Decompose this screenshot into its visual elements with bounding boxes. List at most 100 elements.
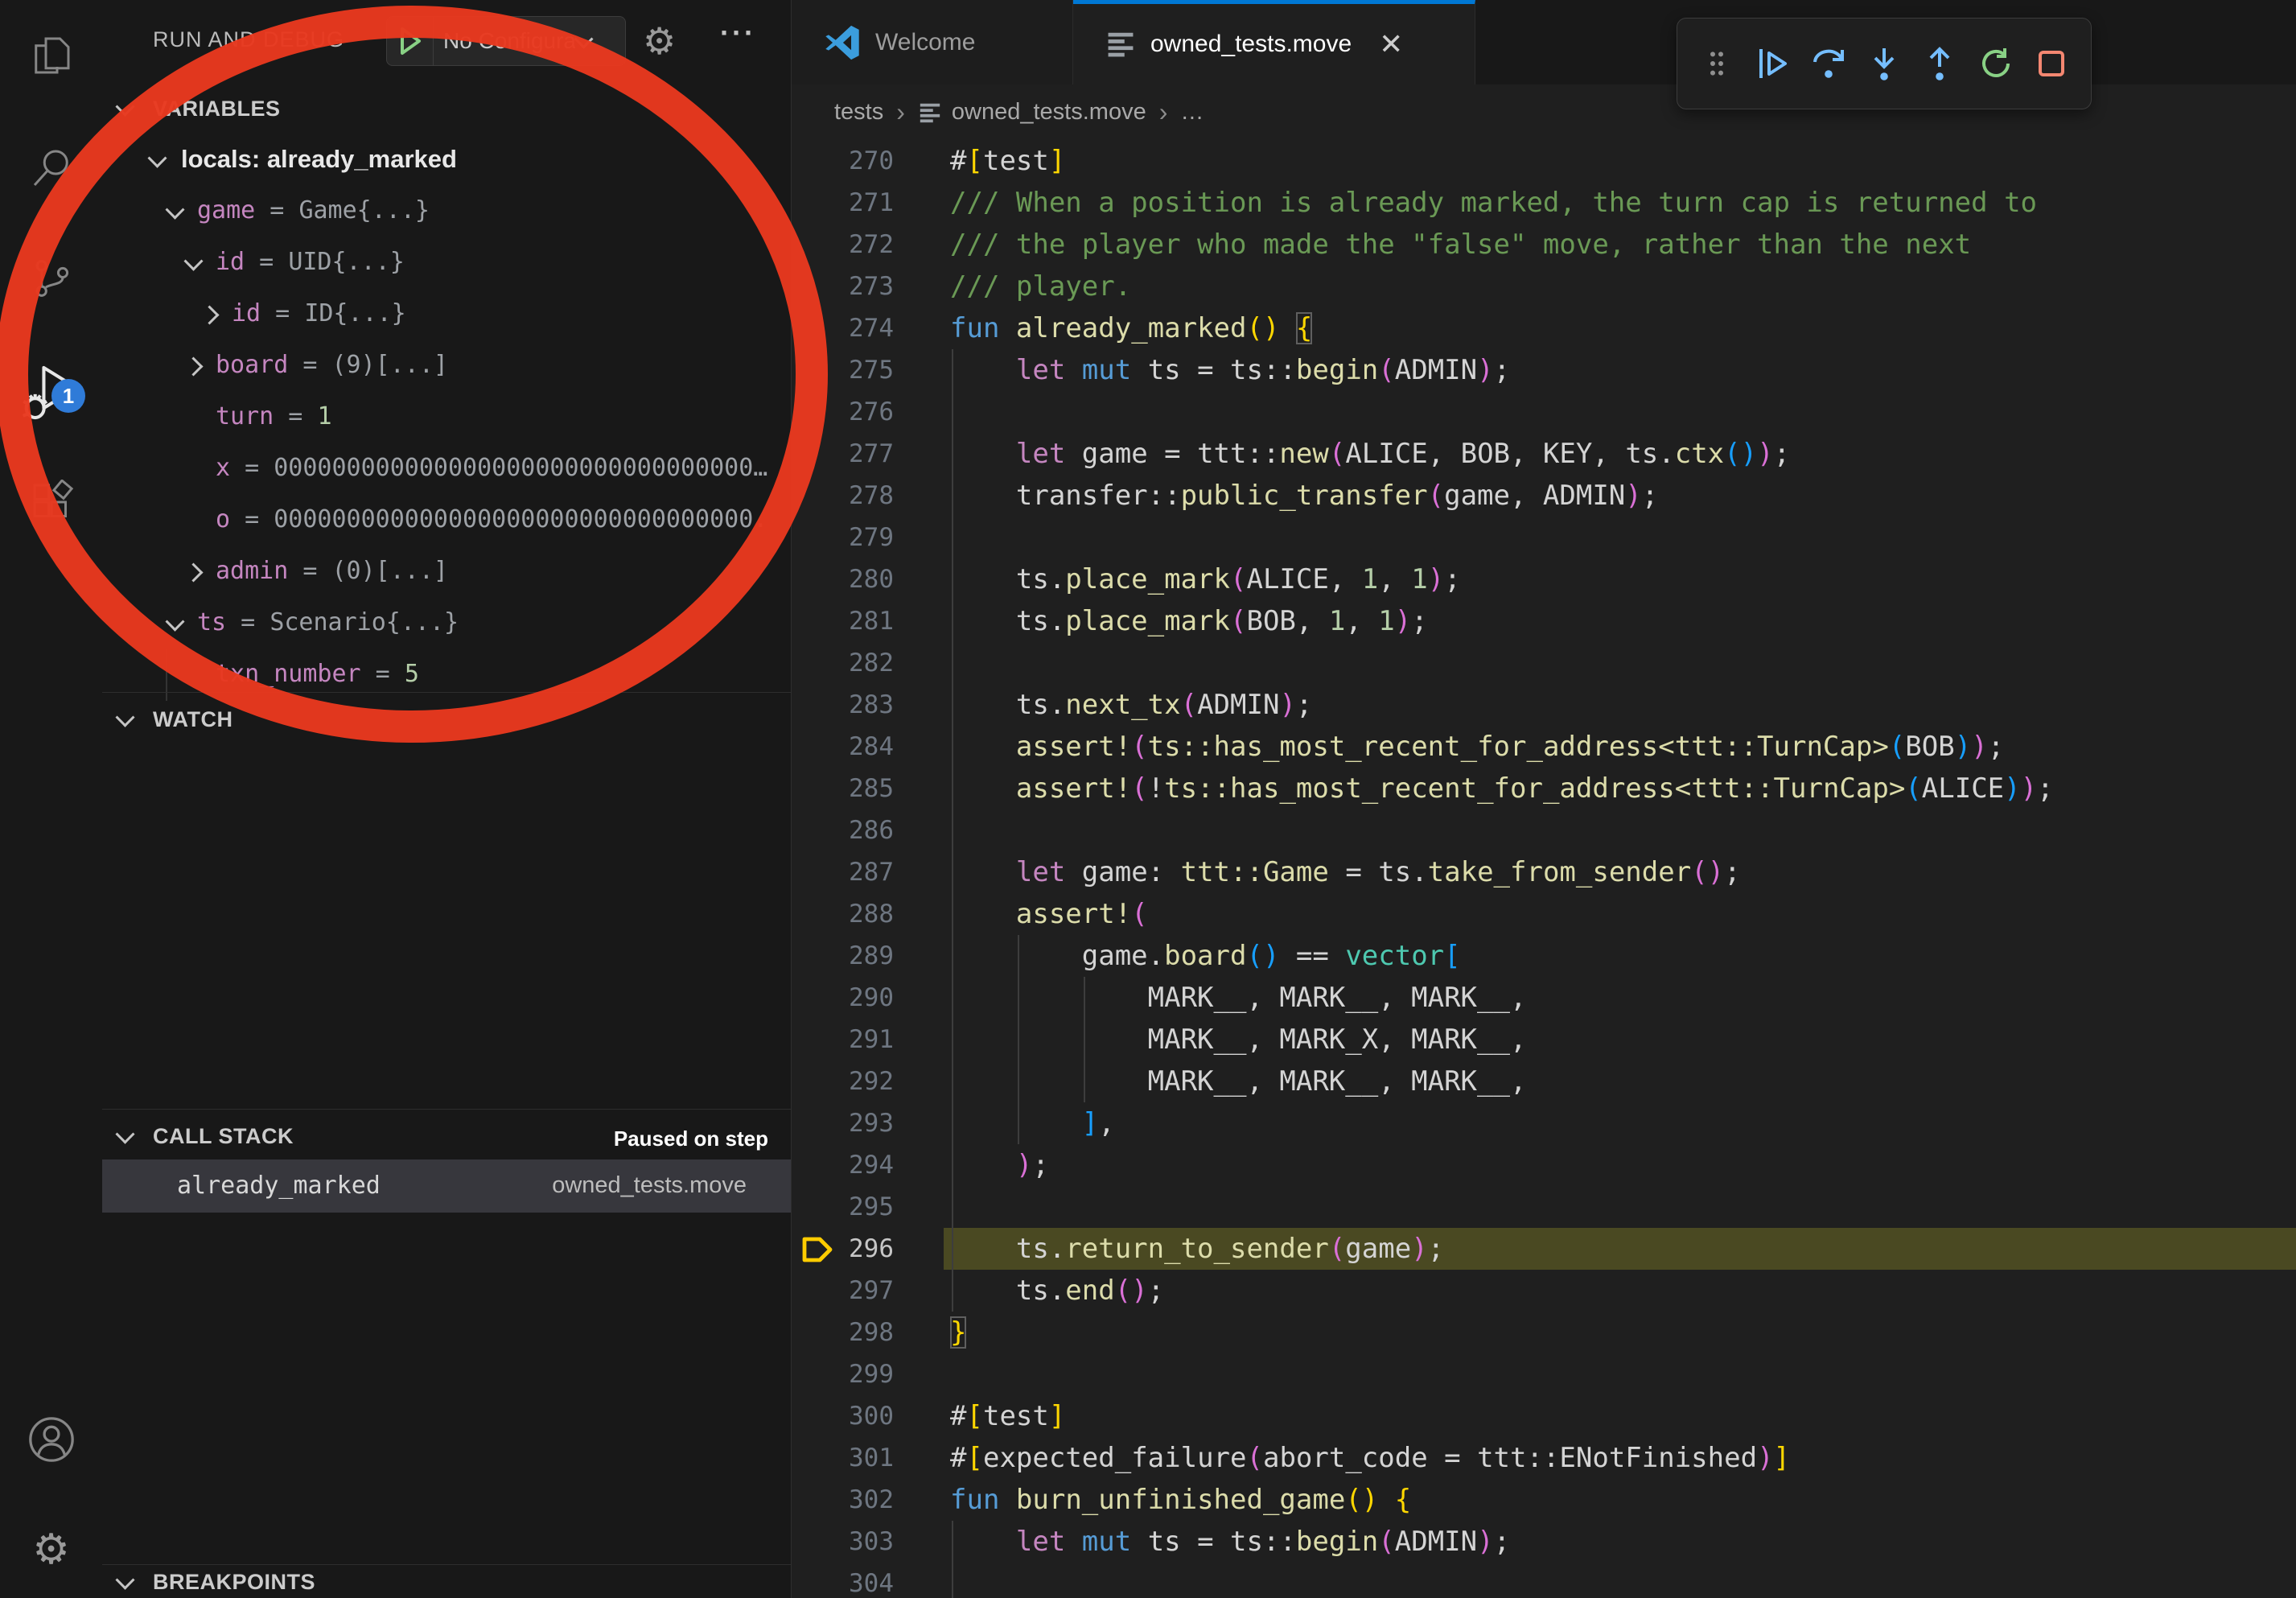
line-number[interactable]: 271 <box>792 182 894 224</box>
account-icon[interactable] <box>0 1395 102 1484</box>
variable-row[interactable]: board = (9)[...] <box>102 340 791 392</box>
line-number[interactable]: 298 <box>792 1312 894 1353</box>
variable-row[interactable]: ts = Scenario{...} <box>102 598 791 649</box>
drag-handle-icon[interactable] <box>1694 41 1739 86</box>
line-number[interactable]: 294 <box>792 1144 894 1186</box>
line-number[interactable]: 297 <box>792 1270 894 1312</box>
explorer-icon[interactable] <box>0 11 102 100</box>
gear-icon[interactable]: ⚙ <box>643 19 676 63</box>
line-number[interactable]: 276 <box>792 391 894 433</box>
line-number[interactable]: 301 <box>792 1437 894 1479</box>
line-number[interactable]: 281 <box>792 600 894 642</box>
code-line-301[interactable]: 301#[expected_failure(abort_code = ttt::… <box>792 1437 2296 1479</box>
line-number[interactable]: 278 <box>792 475 894 517</box>
code-line-271[interactable]: 271/// When a position is already marked… <box>792 182 2296 224</box>
breakpoints-section-header[interactable]: BREAKPOINTS <box>102 1556 791 1598</box>
run-and-debug-icon[interactable]: 1 <box>0 348 102 437</box>
line-number[interactable]: 300 <box>792 1395 894 1437</box>
code-line-288[interactable]: 288 assert!( <box>792 893 2296 935</box>
line-number[interactable]: 275 <box>792 349 894 391</box>
step-out-icon[interactable] <box>1917 41 1962 86</box>
close-icon[interactable]: ✕ <box>1379 27 1403 61</box>
watch-section-header[interactable]: WATCH <box>102 694 791 745</box>
code-line-287[interactable]: 287 let game: ttt::Game = ts.take_from_s… <box>792 851 2296 893</box>
code-line-286[interactable]: 286 <box>792 809 2296 851</box>
tab-welcome[interactable]: Welcome <box>792 0 1073 84</box>
restart-icon[interactable] <box>1973 41 2018 86</box>
code-line-299[interactable]: 299 <box>792 1353 2296 1395</box>
call-stack-frame[interactable]: already_marked owned_tests.move <box>102 1159 791 1213</box>
code-line-277[interactable]: 277 let game = ttt::new(ALICE, BOB, KEY,… <box>792 433 2296 475</box>
line-number[interactable]: 303 <box>792 1521 894 1563</box>
code-line-295[interactable]: 295 <box>792 1186 2296 1228</box>
code-line-297[interactable]: 297 ts.end(); <box>792 1270 2296 1312</box>
line-number[interactable]: 287 <box>792 851 894 893</box>
call-stack-section-header[interactable]: CALL STACK Paused on step <box>102 1110 791 1162</box>
code-line-272[interactable]: 272/// the player who made the "false" m… <box>792 224 2296 266</box>
code-line-293[interactable]: 293 ], <box>792 1102 2296 1144</box>
code-line-285[interactable]: 285 assert!(!ts::has_most_recent_for_add… <box>792 768 2296 809</box>
breadcrumb-item[interactable]: tests <box>834 99 883 126</box>
code-line-294[interactable]: 294 ); <box>792 1144 2296 1186</box>
variable-row[interactable]: id = UID{...} <box>102 237 791 289</box>
code-line-303[interactable]: 303 let mut ts = ts::begin(ADMIN); <box>792 1521 2296 1563</box>
settings-gear-icon[interactable]: ⚙ <box>0 1505 102 1594</box>
source-control-icon[interactable] <box>0 234 102 323</box>
line-number[interactable]: 288 <box>792 893 894 935</box>
code-line-280[interactable]: 280 ts.place_mark(ALICE, 1, 1); <box>792 558 2296 600</box>
code-line-289[interactable]: 289 game.board() == vector[ <box>792 935 2296 977</box>
code-line-298[interactable]: 298} <box>792 1312 2296 1353</box>
line-number[interactable]: 290 <box>792 977 894 1019</box>
code-line-282[interactable]: 282 <box>792 642 2296 684</box>
line-number[interactable]: 284 <box>792 726 894 768</box>
code-line-292[interactable]: 292 MARK__, MARK__, MARK__, <box>792 1061 2296 1102</box>
code-line-290[interactable]: 290 MARK__, MARK__, MARK__, <box>792 977 2296 1019</box>
line-number[interactable]: 285 <box>792 768 894 809</box>
code-line-296[interactable]: 296 ts.return_to_sender(game); <box>792 1228 2296 1270</box>
code-line-283[interactable]: 283 ts.next_tx(ADMIN); <box>792 684 2296 726</box>
stop-icon[interactable] <box>2029 41 2074 86</box>
code-line-278[interactable]: 278 transfer::public_transfer(game, ADMI… <box>792 475 2296 517</box>
start-debug-play-icon[interactable] <box>387 17 434 65</box>
breadcrumb-item[interactable]: … <box>1180 99 1204 126</box>
variables-section-header[interactable]: VARIABLES <box>102 83 791 134</box>
code-line-284[interactable]: 284 assert!(ts::has_most_recent_for_addr… <box>792 726 2296 768</box>
code-line-304[interactable]: 304 <box>792 1563 2296 1598</box>
line-number[interactable]: 296 <box>792 1228 894 1270</box>
variable-row[interactable]: admin = (0)[...] <box>102 546 791 598</box>
line-number[interactable]: 299 <box>792 1353 894 1395</box>
code-line-274[interactable]: 274fun already_marked() { <box>792 307 2296 349</box>
line-number[interactable]: 283 <box>792 684 894 726</box>
line-number[interactable]: 279 <box>792 517 894 558</box>
search-icon[interactable] <box>0 124 102 212</box>
code-line-281[interactable]: 281 ts.place_mark(BOB, 1, 1); <box>792 600 2296 642</box>
line-number[interactable]: 291 <box>792 1019 894 1061</box>
variable-row[interactable]: game = Game{...} <box>102 186 791 237</box>
line-number[interactable]: 274 <box>792 307 894 349</box>
code-line-279[interactable]: 279 <box>792 517 2296 558</box>
code-line-302[interactable]: 302fun burn_unfinished_game() { <box>792 1479 2296 1521</box>
line-number[interactable]: 304 <box>792 1563 894 1598</box>
line-number[interactable]: 270 <box>792 140 894 182</box>
variable-row[interactable]: turn = 1 <box>102 392 791 443</box>
continue-icon[interactable] <box>1750 41 1795 86</box>
line-number[interactable]: 295 <box>792 1186 894 1228</box>
line-number[interactable]: 286 <box>792 809 894 851</box>
variables-scope-row[interactable]: locals: already_marked <box>102 134 791 186</box>
line-number[interactable]: 282 <box>792 642 894 684</box>
line-number[interactable]: 273 <box>792 266 894 307</box>
debug-config-dropdown[interactable]: No Configurations <box>386 16 626 66</box>
code-line-300[interactable]: 300#[test] <box>792 1395 2296 1437</box>
step-over-icon[interactable] <box>1806 41 1851 86</box>
variable-row[interactable]: x = 000000000000000000000000000000000… <box>102 443 791 495</box>
code-line-273[interactable]: 273/// player. <box>792 266 2296 307</box>
code-line-270[interactable]: 270#[test] <box>792 140 2296 182</box>
line-number[interactable]: 272 <box>792 224 894 266</box>
tab-owned-tests-move[interactable]: owned_tests.move ✕ <box>1073 0 1475 84</box>
line-number[interactable]: 280 <box>792 558 894 600</box>
code-line-275[interactable]: 275 let mut ts = ts::begin(ADMIN); <box>792 349 2296 391</box>
code-line-291[interactable]: 291 MARK__, MARK_X, MARK__, <box>792 1019 2296 1061</box>
extensions-icon[interactable] <box>0 458 102 546</box>
line-number[interactable]: 289 <box>792 935 894 977</box>
code-line-276[interactable]: 276 <box>792 391 2296 433</box>
